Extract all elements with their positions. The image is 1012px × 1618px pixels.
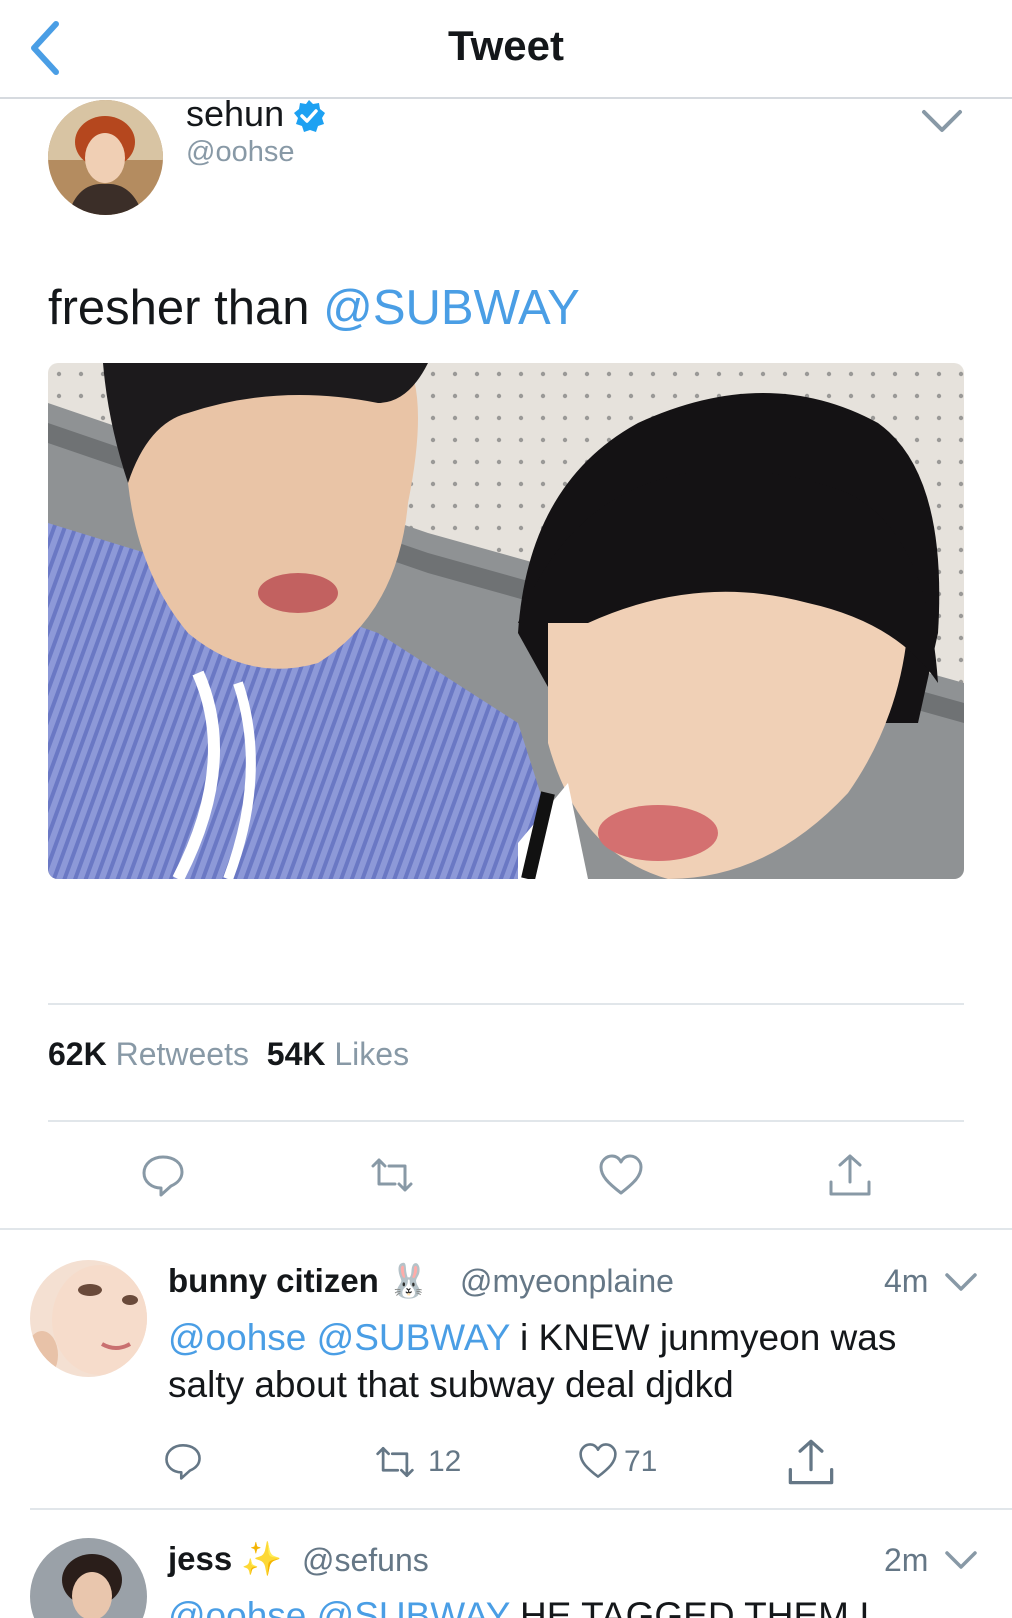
share-icon <box>788 1439 834 1485</box>
tweet-text-plain: fresher than <box>48 281 324 335</box>
avatar-image <box>48 100 163 215</box>
retweet-icon <box>371 1158 413 1192</box>
reply-avatar[interactable] <box>30 1538 147 1618</box>
reply-author-name[interactable]: jess ✨ <box>168 1540 283 1579</box>
reply-icon <box>142 1155 184 1197</box>
divider <box>0 1228 1012 1230</box>
reply-mentions[interactable]: @oohse @SUBWAY <box>168 1317 510 1358</box>
share-icon <box>829 1154 871 1196</box>
reply-author-name-text: bunny citizen <box>168 1262 379 1299</box>
chevron-left-icon <box>31 21 59 75</box>
photo-image <box>48 363 964 879</box>
share-button[interactable] <box>827 1152 873 1198</box>
likes-label: Likes <box>334 1036 410 1072</box>
reply-text: @oohse @SUBWAY i KNEW junmyeon was salty… <box>168 1314 968 1408</box>
reply-menu-caret[interactable] <box>944 1270 978 1294</box>
mention-link[interactable]: @SUBWAY <box>323 281 580 335</box>
avatar[interactable] <box>48 100 163 215</box>
heart-icon <box>599 1154 643 1195</box>
reply-avatar-image <box>30 1260 147 1377</box>
likes-count: 54K <box>266 1036 326 1072</box>
heart-icon <box>579 1443 617 1478</box>
page-title: Tweet <box>448 22 564 69</box>
reply-icon <box>165 1444 201 1480</box>
chevron-down-icon <box>945 1551 977 1569</box>
divider <box>30 1508 1012 1510</box>
tweet-photo[interactable] <box>48 363 964 879</box>
author-name[interactable]: sehun <box>186 93 284 135</box>
retweet-button[interactable] <box>369 1152 415 1198</box>
reply-button[interactable] <box>163 1441 203 1481</box>
chevron-down-icon <box>945 1273 977 1291</box>
reply-author-handle[interactable]: @myeonplaine <box>460 1263 674 1300</box>
divider <box>48 1120 964 1122</box>
reply-timestamp: 4m <box>884 1263 929 1299</box>
retweets-label: Retweets <box>115 1036 249 1072</box>
retweets-stat[interactable]: 62K Retweets <box>48 1036 249 1072</box>
tweet-text: fresher than @SUBWAY <box>48 280 580 336</box>
top-nav-bar: Tweet <box>0 0 1012 99</box>
reply-author-emoji: 🐰 <box>388 1262 430 1299</box>
like-button[interactable] <box>598 1152 644 1198</box>
reply-text: @oohse @SUBWAY HE TAGGED THEM I <box>168 1592 988 1618</box>
reply-author-name[interactable]: bunny citizen 🐰 <box>168 1262 429 1301</box>
chevron-down-icon <box>922 110 962 132</box>
like-count: 71 <box>624 1445 658 1478</box>
reply-button[interactable] <box>140 1152 186 1198</box>
share-button[interactable] <box>786 1437 836 1487</box>
like-button[interactable] <box>578 1441 618 1481</box>
reply-avatar-image <box>30 1538 147 1618</box>
tweet-menu-caret[interactable] <box>920 106 964 136</box>
retweet-icon <box>376 1446 414 1478</box>
divider <box>48 1003 964 1005</box>
reply-author-handle[interactable]: @sefuns <box>302 1542 429 1579</box>
author-handle[interactable]: @oohse <box>186 136 294 169</box>
reply-mentions[interactable]: @oohse @SUBWAY <box>168 1595 510 1618</box>
reply-author-emoji: ✨ <box>241 1540 283 1577</box>
likes-stat[interactable]: 54K Likes <box>267 1036 409 1072</box>
reply-author-name-text: jess <box>168 1540 233 1577</box>
retweet-button[interactable] <box>374 1441 416 1483</box>
reply-avatar[interactable] <box>30 1260 147 1377</box>
tweet-stats: 62K Retweets 54K Likes <box>48 1036 409 1073</box>
reply-menu-caret[interactable] <box>944 1548 978 1572</box>
retweets-count: 62K <box>48 1036 107 1072</box>
back-button[interactable] <box>26 18 66 78</box>
reply-timestamp: 2m <box>884 1542 929 1578</box>
reply-body: HE TAGGED THEM I <box>509 1595 870 1618</box>
retweet-count: 12 <box>428 1445 462 1478</box>
verified-badge-icon <box>292 99 326 133</box>
